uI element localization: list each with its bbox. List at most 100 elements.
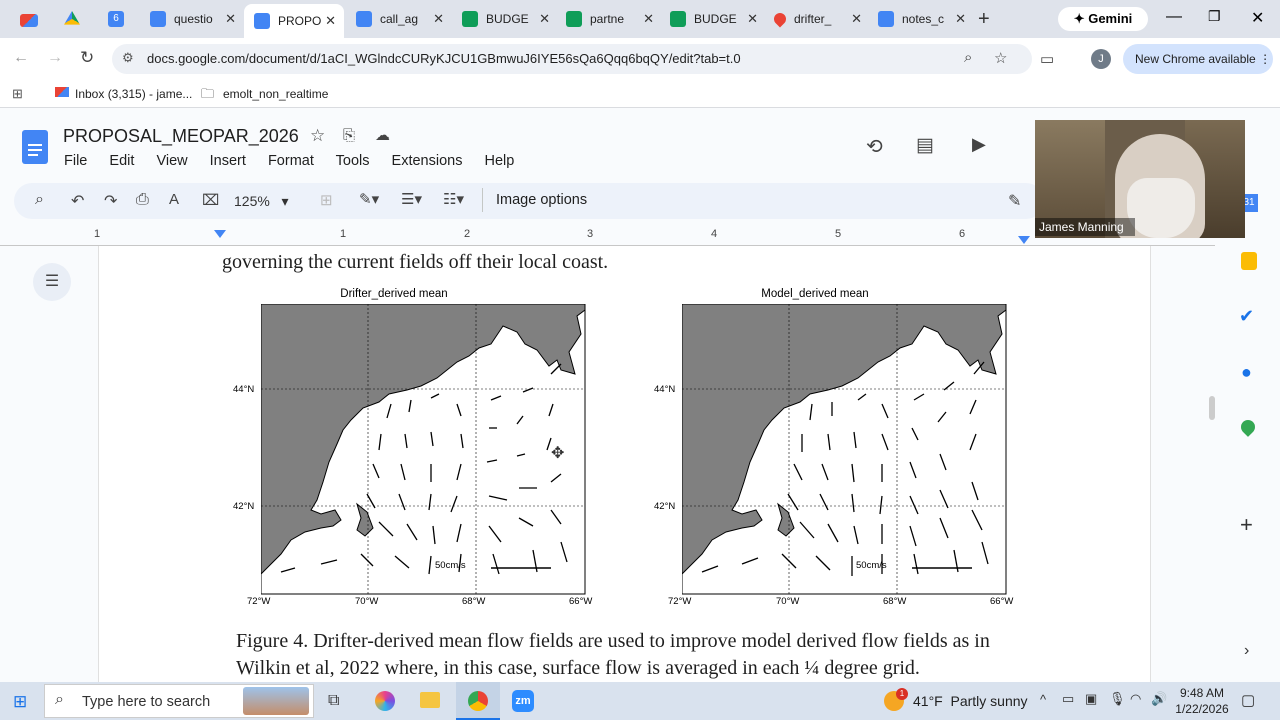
- menu-format[interactable]: Format: [268, 153, 314, 169]
- update-chrome-button[interactable]: New Chrome available ⋮: [1123, 44, 1273, 74]
- update-chrome-label: New Chrome available: [1135, 52, 1256, 66]
- undo-icon[interactable]: ↶: [71, 191, 84, 211]
- tab-item[interactable]: BUDGE ✕: [456, 6, 556, 32]
- zoom-app-icon[interactable]: zm: [512, 690, 534, 712]
- border-dash-icon[interactable]: ☷▾: [443, 190, 464, 208]
- menu-edit[interactable]: Edit: [109, 153, 134, 169]
- history-icon[interactable]: ⟲: [866, 134, 883, 159]
- insert-plus-icon[interactable]: ⊞: [320, 191, 333, 209]
- close-window-button[interactable]: ✕: [1251, 8, 1264, 28]
- restore-button[interactable]: ❐: [1208, 8, 1221, 25]
- profile-avatar[interactable]: J: [1091, 49, 1111, 69]
- right-indent-marker-icon[interactable]: [1018, 236, 1030, 244]
- close-icon[interactable]: ✕: [643, 11, 654, 27]
- url-field[interactable]: ⚙ docs.google.com/document/d/1aCI_WGlndc…: [112, 44, 1032, 74]
- chevron-up-icon[interactable]: ^: [1040, 692, 1046, 707]
- tab-gmail[interactable]: [20, 6, 46, 32]
- menu-file[interactable]: File: [64, 153, 87, 169]
- figure-drifter[interactable]: Drifter_derived mean 50cm/s 44°N 42°N 72…: [229, 288, 592, 610]
- image-options-button[interactable]: Image options: [496, 192, 587, 208]
- close-icon[interactable]: ✕: [225, 11, 236, 27]
- star-icon[interactable]: ☆: [310, 126, 325, 146]
- horizontal-ruler[interactable]: 1 1 2 3 4 5 6: [0, 228, 1215, 246]
- clock-time[interactable]: 9:48 AM: [1176, 686, 1228, 700]
- contacts-icon[interactable]: ●: [1241, 362, 1252, 383]
- tab-item[interactable]: call_ag ✕: [350, 6, 450, 32]
- print-icon[interactable]: ⎙: [136, 191, 149, 209]
- minimize-button[interactable]: —: [1166, 8, 1182, 26]
- forward-icon[interactable]: →: [47, 49, 63, 67]
- menu-help[interactable]: Help: [485, 153, 515, 169]
- border-weight-icon[interactable]: ☰▾: [401, 190, 422, 208]
- edit-mode-icon[interactable]: ✎: [1008, 191, 1021, 211]
- document-page[interactable]: governing the current fields off their l…: [98, 246, 1151, 682]
- mic-icon[interactable]: 🎙: [1109, 691, 1126, 707]
- close-icon[interactable]: ✕: [433, 11, 444, 27]
- indent-marker-icon[interactable]: [214, 230, 226, 238]
- paint-format-icon[interactable]: ⌧: [202, 191, 219, 209]
- close-icon[interactable]: ✕: [955, 11, 966, 27]
- menu-insert[interactable]: Insert: [210, 153, 246, 169]
- cast-icon[interactable]: ▭: [1040, 50, 1054, 68]
- close-icon[interactable]: ✕: [747, 11, 758, 27]
- volume-icon[interactable]: 🔊: [1151, 691, 1167, 707]
- chrome-taskbar-button[interactable]: [456, 682, 500, 720]
- tab-item-active[interactable]: PROPO ✕: [244, 4, 344, 38]
- tasks-icon[interactable]: ✔: [1239, 306, 1254, 327]
- figure-model[interactable]: Model_derived mean 50cm/s 44°N 42°N 72°W…: [650, 288, 1022, 610]
- outline-toggle-icon[interactable]: ☰: [33, 263, 71, 301]
- reload-icon[interactable]: ↻: [80, 48, 94, 68]
- tab-strip: 6 questio ✕ PROPO ✕ call_ag ✕ BUDGE ✕ pa…: [0, 0, 1280, 38]
- tab-label: PROPO: [278, 14, 322, 28]
- keep-icon[interactable]: [1241, 252, 1257, 270]
- menu-extensions[interactable]: Extensions: [392, 153, 463, 169]
- tab-calendar[interactable]: 6: [108, 6, 132, 32]
- tab-drive[interactable]: [64, 6, 88, 32]
- spellcheck-icon[interactable]: A: [169, 191, 179, 208]
- back-icon[interactable]: ←: [13, 49, 29, 67]
- windows-start-icon[interactable]: ⊞: [13, 692, 27, 712]
- zoom-icon[interactable]: ⌕: [964, 49, 972, 66]
- star-icon[interactable]: ☆: [994, 49, 1007, 67]
- tab-item[interactable]: notes_c ✕: [872, 6, 972, 32]
- task-view-icon[interactable]: ⧉: [328, 692, 339, 710]
- maps-icon[interactable]: [1238, 417, 1258, 437]
- taskbar-search[interactable]: ⌕ Type here to search: [44, 684, 314, 718]
- file-explorer-icon[interactable]: [420, 692, 440, 708]
- redo-icon[interactable]: ↷: [104, 191, 117, 211]
- wifi-icon[interactable]: ◠: [1130, 691, 1141, 707]
- tab-item[interactable]: partne ✕: [560, 6, 660, 32]
- menu-tools[interactable]: Tools: [336, 153, 370, 169]
- search-icon[interactable]: ⌕: [35, 191, 44, 209]
- new-tab-button[interactable]: +: [978, 8, 990, 31]
- clock-date[interactable]: 1/22/2026: [1174, 702, 1230, 716]
- site-info-icon[interactable]: ⚙: [122, 50, 134, 66]
- battery-icon[interactable]: ▭: [1062, 691, 1074, 707]
- apps-grid-icon[interactable]: ⊞: [12, 86, 23, 102]
- tab-item[interactable]: BUDGE ✕: [664, 6, 764, 32]
- weather-text[interactable]: 41°F Partly sunny: [913, 693, 1028, 709]
- gemini-button[interactable]: ✦ Gemini: [1058, 7, 1148, 31]
- document-canvas: ☰ governing the current fields off their…: [0, 246, 1215, 682]
- copilot-icon[interactable]: [375, 691, 395, 711]
- video-icon[interactable]: ▣: [1085, 691, 1097, 707]
- notifications-icon[interactable]: ▢: [1241, 691, 1255, 709]
- bookmark-inbox[interactable]: Inbox (3,315) - jame...: [75, 87, 192, 101]
- doc-title[interactable]: PROPOSAL_MEOPAR_2026: [63, 126, 299, 147]
- tab-item[interactable]: drifter_ ✕: [768, 6, 868, 32]
- add-addon-icon[interactable]: +: [1240, 512, 1253, 538]
- docs-logo-icon[interactable]: [22, 130, 48, 164]
- close-icon[interactable]: ✕: [325, 13, 336, 29]
- scrollbar-thumb[interactable]: [1209, 396, 1215, 420]
- pen-color-icon[interactable]: ✎▾: [359, 190, 379, 208]
- close-icon[interactable]: ✕: [539, 11, 550, 27]
- chevron-right-icon[interactable]: ›: [1244, 642, 1249, 660]
- move-folder-icon[interactable]: ⎘: [343, 127, 355, 144]
- bookmark-folder[interactable]: emolt_non_realtime: [223, 87, 328, 101]
- meet-icon[interactable]: ▶: [972, 134, 986, 155]
- zoom-select[interactable]: 125% ▾: [234, 193, 289, 210]
- close-icon[interactable]: ✕: [851, 11, 862, 27]
- menu-view[interactable]: View: [156, 153, 187, 169]
- tab-item[interactable]: questio ✕: [146, 6, 242, 32]
- comments-icon[interactable]: ▤: [916, 134, 934, 157]
